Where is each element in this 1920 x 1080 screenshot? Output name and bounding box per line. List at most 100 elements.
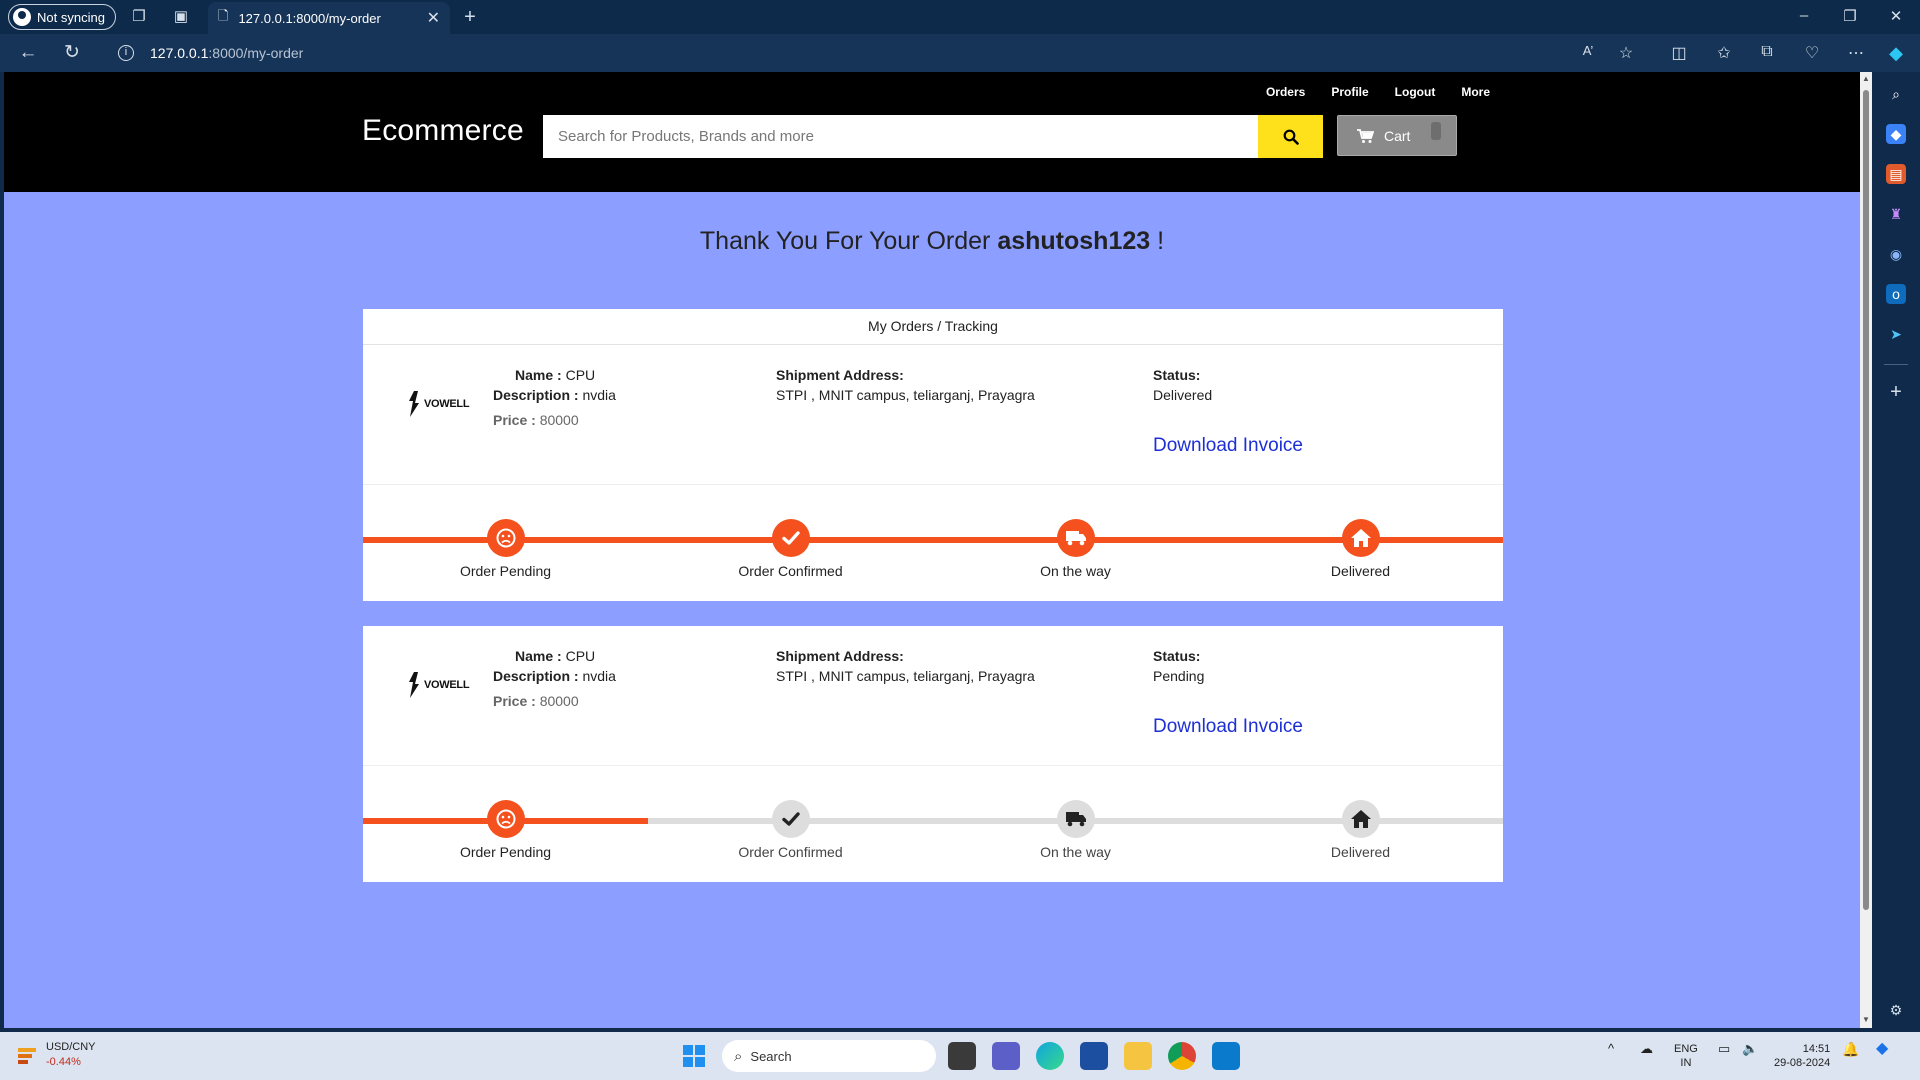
- windows-start-icon[interactable]: [682, 1044, 706, 1068]
- tab-actions-icon[interactable]: ▣: [172, 8, 190, 26]
- tab-title: 127.0.0.1:8000/my-order: [238, 10, 381, 26]
- brand-logo[interactable]: Ecommerce: [362, 114, 524, 148]
- volume-icon[interactable]: 🔈: [1742, 1042, 1758, 1056]
- outlook-icon[interactable]: o: [1886, 284, 1906, 304]
- taskbar-search[interactable]: ⌕ Search: [722, 1040, 936, 1072]
- browser-tab-bar: Not syncing ❐ ▣ 🗋 127.0.0.1:8000/my-orde…: [0, 0, 1920, 34]
- url-field[interactable]: i 127.0.0.1:8000/my-order: [104, 38, 1604, 68]
- office-icon[interactable]: ◉: [1886, 244, 1906, 264]
- split-screen-icon[interactable]: ◫: [1668, 43, 1690, 63]
- language-indicator[interactable]: ENG IN: [1674, 1042, 1698, 1070]
- product-logo-text: VOWELL: [424, 398, 470, 410]
- delivered-icon: [1341, 800, 1380, 838]
- games-icon[interactable]: ♜: [1886, 204, 1906, 224]
- browser-essentials-icon[interactable]: ♡: [1801, 43, 1823, 63]
- taskbar-search-icon: ⌕: [734, 1047, 743, 1065]
- chrome-icon[interactable]: [1168, 1042, 1196, 1070]
- product-price-value: 80000: [539, 412, 579, 428]
- tab-close-icon[interactable]: ✕: [427, 8, 440, 28]
- nav-more-link[interactable]: More: [1461, 85, 1490, 99]
- copilot-icon[interactable]: ◆: [1885, 43, 1907, 64]
- cart-count-badge: [1431, 122, 1441, 140]
- nav-orders-link[interactable]: Orders: [1266, 85, 1305, 99]
- lang-bottom: IN: [1680, 1057, 1692, 1069]
- name-label: Name :: [515, 367, 562, 383]
- status-label: Status:: [1153, 648, 1200, 664]
- edge-icon[interactable]: [1036, 1042, 1064, 1070]
- collections-icon[interactable]: ⧉: [1756, 43, 1778, 61]
- network-icon[interactable]: ☁: [1640, 1042, 1653, 1056]
- new-tab-icon[interactable]: +: [461, 7, 479, 27]
- step-label: On the way: [1040, 844, 1111, 860]
- thank-you-username: ashutosh123: [997, 227, 1151, 255]
- copilot-taskbar-icon[interactable]: ◆: [1876, 1041, 1888, 1057]
- nav-profile-link[interactable]: Profile: [1331, 85, 1368, 99]
- download-invoice-link[interactable]: Download Invoice: [1153, 716, 1303, 738]
- sidebar-divider: [1884, 364, 1908, 365]
- status-value: Delivered: [1153, 387, 1213, 403]
- read-aloud-icon[interactable]: A’: [1577, 43, 1599, 58]
- search-button[interactable]: [1258, 115, 1323, 158]
- sidebar-settings-icon[interactable]: ⚙: [1886, 1000, 1906, 1020]
- sidebar-search-icon[interactable]: ⌕: [1886, 84, 1906, 104]
- scroll-down-icon[interactable]: ▼: [1861, 1015, 1871, 1024]
- send-icon[interactable]: ➤: [1886, 324, 1906, 344]
- search-input[interactable]: [543, 115, 1258, 158]
- folder-icon[interactable]: [1124, 1042, 1152, 1070]
- stock-chart-icon: [18, 1048, 36, 1064]
- minimize-icon[interactable]: –: [1794, 7, 1814, 24]
- file-manager-icon[interactable]: [948, 1042, 976, 1070]
- step-label: Delivered: [1330, 563, 1391, 579]
- step-label: Order Pending: [459, 844, 552, 860]
- order-card: My Orders / Tracking VOWELL Name : CPU D…: [363, 309, 1503, 601]
- close-window-icon[interactable]: ✕: [1886, 7, 1906, 25]
- active-tab[interactable]: 🗋 127.0.0.1:8000/my-order ✕: [208, 2, 450, 34]
- favorites-icon[interactable]: ✩: [1713, 43, 1735, 63]
- clock[interactable]: 14:51 29-08-2024: [1774, 1042, 1830, 1070]
- step-on-the-way: On the way: [976, 800, 1176, 860]
- order-pending-icon: [486, 519, 525, 557]
- scrollbar-thumb[interactable]: [1863, 90, 1869, 910]
- notification-bell-icon[interactable]: 🔔: [1842, 1042, 1859, 1056]
- clock-time: 14:51: [1802, 1043, 1831, 1055]
- order-info: VOWELL Name : CPU Description : nvdia Pr…: [363, 345, 1503, 485]
- workspaces-icon[interactable]: ❐: [130, 8, 148, 26]
- order-pending-icon: [486, 800, 525, 838]
- status-label-text: Status:: [1153, 648, 1201, 664]
- shopping-tag-icon[interactable]: ◆: [1886, 124, 1906, 144]
- order-confirmed-icon: [771, 519, 810, 557]
- delivered-icon: [1341, 519, 1380, 557]
- more-menu-icon[interactable]: ⋯: [1845, 43, 1867, 63]
- refresh-icon[interactable]: ↻: [60, 43, 84, 63]
- add-sidebar-app-icon[interactable]: +: [1886, 382, 1906, 402]
- download-invoice-link[interactable]: Download Invoice: [1153, 435, 1303, 457]
- market-widget[interactable]: USD/CNY -0.44%: [16, 1040, 96, 1070]
- profile-button[interactable]: Not syncing: [8, 4, 116, 30]
- site-info-icon[interactable]: i: [118, 45, 134, 61]
- step-label: Delivered: [1330, 844, 1391, 860]
- teams-icon[interactable]: [992, 1042, 1020, 1070]
- cart-button[interactable]: Cart: [1337, 115, 1457, 156]
- tools-icon[interactable]: ▤: [1886, 164, 1906, 184]
- product-logo: VOWELL: [407, 391, 470, 417]
- top-nav: Orders Profile Logout More: [1266, 85, 1490, 99]
- tray-overflow-icon[interactable]: ^: [1608, 1042, 1614, 1056]
- lang-top: ENG: [1674, 1043, 1698, 1055]
- restore-icon[interactable]: ❐: [1840, 7, 1860, 25]
- back-icon[interactable]: ←: [16, 43, 40, 63]
- vowell-logo-icon: [409, 391, 419, 417]
- display-icon[interactable]: ▭: [1718, 1042, 1730, 1056]
- page-scrollbar[interactable]: ▲ ▼: [1860, 72, 1872, 1028]
- price-label: Price :: [493, 693, 536, 709]
- shipment-label: Shipment Address:: [776, 367, 904, 383]
- product-logo-text: VOWELL: [424, 679, 470, 691]
- scroll-up-icon[interactable]: ▲: [1861, 74, 1871, 83]
- vscode-icon[interactable]: [1212, 1042, 1240, 1070]
- shipment-address-label: Shipment Address:: [776, 367, 904, 383]
- url-path: :8000/my-order: [208, 45, 304, 61]
- nav-logout-link[interactable]: Logout: [1395, 85, 1436, 99]
- url-host: 127.0.0.1: [150, 45, 209, 61]
- product-logo: VOWELL: [407, 672, 470, 698]
- store-icon[interactable]: [1080, 1042, 1108, 1070]
- favorite-star-icon[interactable]: ☆: [1615, 43, 1637, 63]
